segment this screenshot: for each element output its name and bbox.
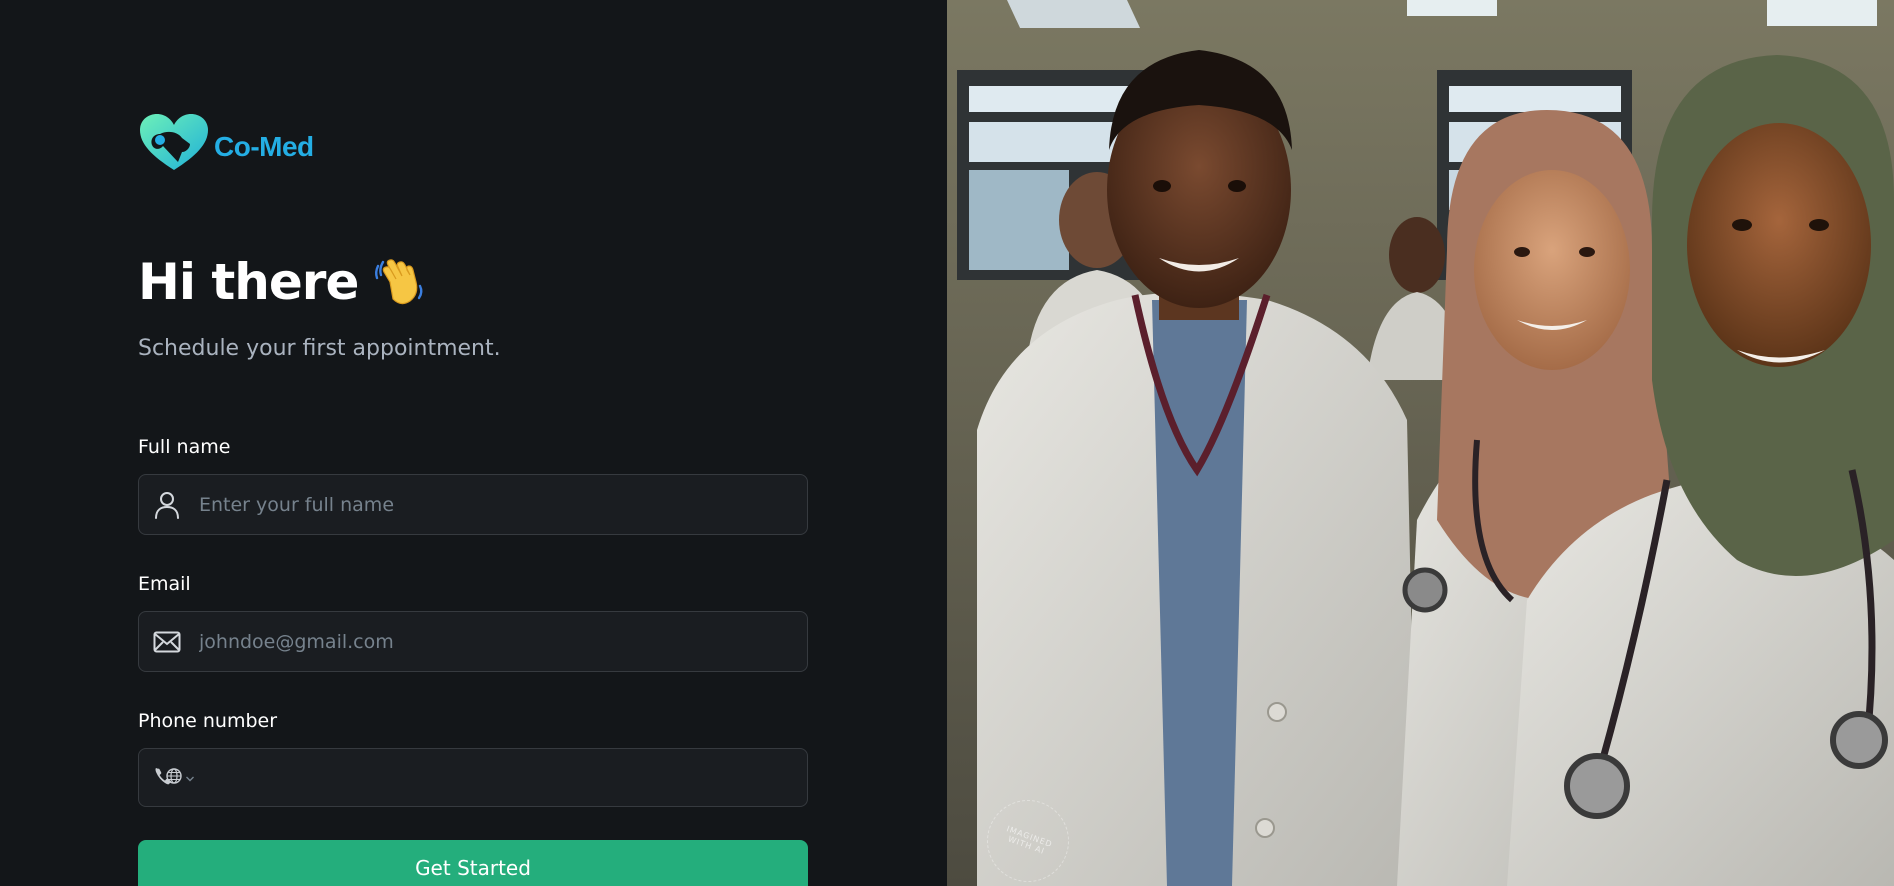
phone-label: Phone number: [138, 710, 278, 732]
brand-logo[interactable]: Co-Med: [138, 112, 314, 178]
phone-input[interactable]: [207, 749, 807, 806]
country-select[interactable]: [153, 765, 195, 791]
phone-field[interactable]: [138, 748, 808, 807]
greeting: Hi there: [138, 252, 428, 312]
form-panel: Co-Med Hi there Schedule your first appo…: [0, 0, 947, 886]
email-input[interactable]: [199, 612, 807, 671]
international-phone-icon: [153, 765, 183, 791]
onboarding-page: Co-Med Hi there Schedule your first appo…: [0, 0, 1894, 886]
chevron-down-icon: [185, 768, 195, 787]
page-subtitle: Schedule your first appointment.: [138, 336, 501, 361]
full-name-field[interactable]: [138, 474, 808, 535]
get-started-button[interactable]: Get Started: [138, 840, 808, 886]
full-name-input[interactable]: [199, 475, 807, 534]
doctors-photo: [947, 0, 1894, 886]
page-title: Hi there: [138, 253, 359, 311]
mail-icon: [153, 628, 181, 656]
hero-image: IMAGINED WITH AI: [947, 0, 1894, 886]
brand-name: Co-Med: [214, 131, 314, 162]
heart-logo-icon: [138, 112, 210, 178]
email-label: Email: [138, 573, 191, 595]
email-field[interactable]: [138, 611, 808, 672]
user-icon: [153, 491, 181, 519]
full-name-label: Full name: [138, 436, 231, 458]
waving-hand-icon: [372, 252, 428, 312]
